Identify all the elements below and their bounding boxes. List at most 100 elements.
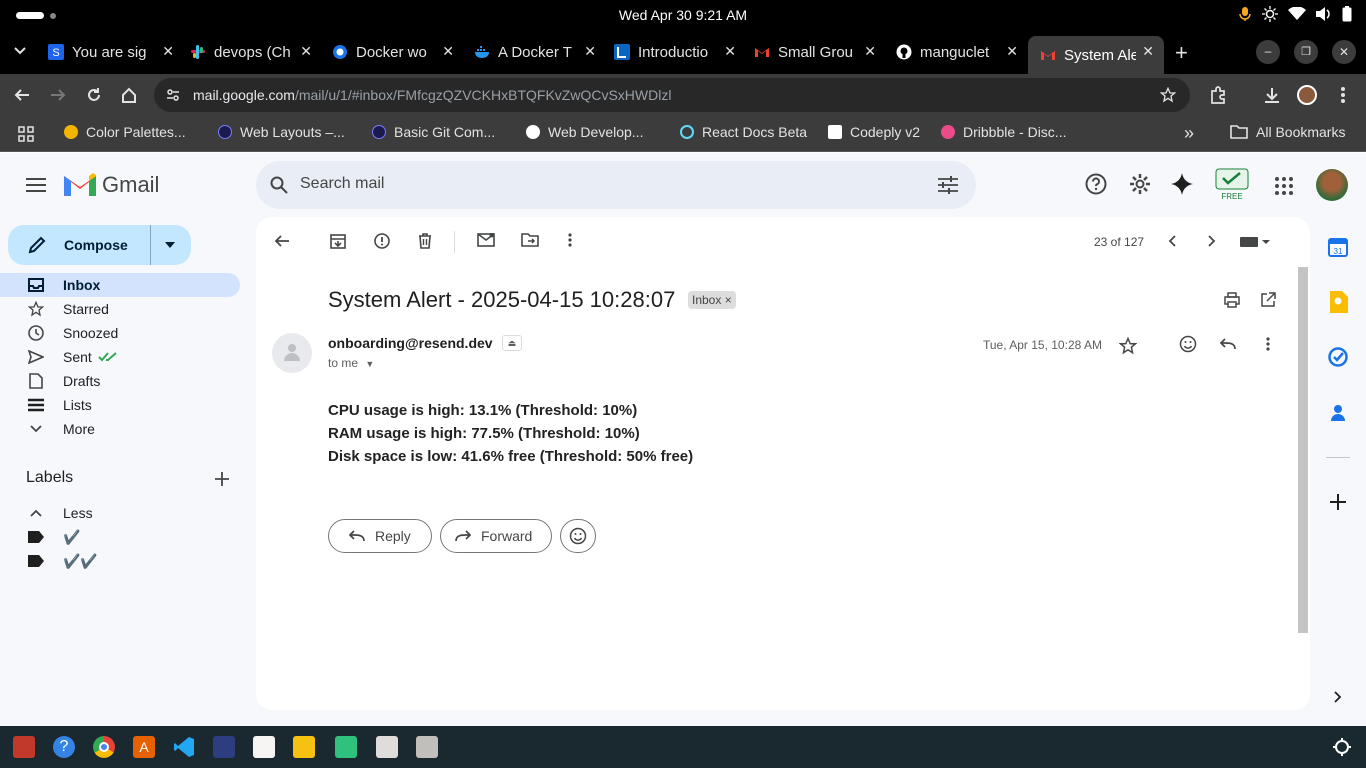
sidebar-item-starred[interactable]: Starred (0, 297, 240, 321)
archive-icon[interactable] (330, 233, 346, 249)
bookmark-dribbble[interactable]: Dribbble - Disc... (941, 124, 1066, 140)
older-icon[interactable] (1208, 235, 1216, 247)
close-tab-icon[interactable]: ✕ (1006, 43, 1018, 60)
back-icon[interactable] (14, 87, 30, 103)
close-tab-icon[interactable]: ✕ (584, 43, 596, 60)
help-app-icon[interactable]: ? (53, 736, 75, 758)
add-label-icon[interactable] (214, 471, 230, 487)
layers-app-icon[interactable] (335, 736, 357, 758)
print-icon[interactable] (1224, 292, 1240, 308)
bookmark-web-develop[interactable]: Web Develop... (526, 124, 643, 140)
bookmark-codeply[interactable]: Codeply v2 (828, 124, 920, 140)
back-to-inbox-icon[interactable] (274, 234, 290, 248)
main-menu-icon[interactable] (26, 178, 46, 192)
close-tab-icon[interactable]: ✕ (724, 43, 736, 60)
reply-icon[interactable] (1220, 337, 1236, 351)
bookmark-star-icon[interactable] (1160, 87, 1176, 103)
tab-search-icon[interactable] (14, 46, 26, 56)
calendar-icon[interactable]: 31 (1328, 237, 1348, 257)
sidebar-item-lists[interactable]: Lists (0, 393, 240, 417)
sidebar-item-sent[interactable]: Sent (0, 345, 240, 369)
close-tab-icon[interactable]: ✕ (864, 43, 876, 60)
download-icon[interactable] (1263, 86, 1281, 104)
mark-unread-icon[interactable] (477, 233, 495, 247)
site-info-icon[interactable] (166, 88, 180, 102)
sidebar-item-more[interactable]: More (0, 417, 240, 441)
tab-4[interactable]: A Docker T ✕ (462, 36, 606, 68)
tab-7[interactable]: manguclet ✕ (884, 36, 1028, 68)
input-tools-icon[interactable] (1240, 237, 1270, 247)
sidebar-item-drafts[interactable]: Drafts (0, 369, 240, 393)
software-app-icon[interactable]: A (133, 736, 155, 758)
bookmark-react-docs[interactable]: React Docs Beta (680, 124, 807, 140)
close-tab-icon[interactable]: ✕ (300, 43, 312, 60)
report-spam-icon[interactable] (374, 233, 390, 249)
free-plan-badge[interactable]: FREE (1214, 167, 1250, 203)
system-clock[interactable]: Wed Apr 30 9:21 AM (0, 7, 1366, 23)
sidebar-item-inbox[interactable]: Inbox (0, 273, 240, 297)
address-bar[interactable]: mail.google.com/mail/u/1/#inbox/FMfcgzQZ… (154, 78, 1190, 112)
sidebar-label-double-check[interactable]: ✔️✔️ (0, 549, 240, 573)
close-tab-icon[interactable]: ✕ (442, 43, 454, 60)
bookmark-color-palettes[interactable]: Color Palettes... (64, 124, 186, 140)
remove-label-icon[interactable]: × (725, 293, 732, 307)
forward-button[interactable]: Forward (440, 519, 552, 553)
account-avatar[interactable] (1316, 169, 1348, 201)
contacts-icon[interactable] (1328, 403, 1348, 423)
gemini-spark-icon[interactable] (1171, 173, 1193, 195)
extensions-icon[interactable] (1209, 86, 1227, 104)
forward-icon[interactable] (50, 87, 66, 103)
close-window-button[interactable]: ✕ (1332, 40, 1356, 64)
terminal-app-icon[interactable] (213, 736, 235, 758)
all-bookmarks[interactable]: All Bookmarks (1230, 124, 1345, 140)
compose-button[interactable]: Compose (8, 225, 191, 265)
trash-app-icon[interactable] (416, 736, 438, 758)
bookmark-basic-git[interactable]: Basic Git Com... (372, 124, 495, 140)
sender-info-icon[interactable]: ⏏ (502, 335, 522, 351)
maximize-button[interactable]: ❐ (1294, 40, 1318, 64)
help-icon[interactable] (1085, 173, 1107, 195)
tasks-icon[interactable] (1328, 347, 1348, 367)
compose-dropdown-icon[interactable] (165, 242, 175, 248)
sidebar-item-less[interactable]: Less (0, 501, 240, 525)
tab-1[interactable]: S You are sig ✕ (36, 36, 184, 68)
close-tab-icon[interactable]: ✕ (162, 43, 174, 60)
sender-email[interactable]: onboarding@resend.dev (328, 335, 493, 351)
tab-5[interactable]: Introductio ✕ (602, 36, 746, 68)
scrollbar-thumb[interactable] (1298, 267, 1308, 633)
emoji-reaction-button[interactable] (560, 519, 596, 553)
apps-grid-icon[interactable] (18, 126, 34, 142)
notes-app-icon[interactable] (293, 736, 315, 758)
search-icon[interactable] (270, 176, 288, 194)
gmail-logo[interactable]: Gmail (64, 172, 159, 198)
delete-icon[interactable] (418, 233, 432, 249)
star-email-icon[interactable] (1119, 337, 1137, 355)
sender-avatar[interactable] (272, 333, 312, 373)
home-icon[interactable] (121, 87, 137, 103)
get-addons-icon[interactable] (1328, 492, 1348, 512)
bookmark-web-layouts[interactable]: Web Layouts –... (218, 124, 345, 140)
more-actions-icon[interactable] (568, 233, 572, 247)
reply-button[interactable]: Reply (328, 519, 432, 553)
search-input[interactable]: Search mail (300, 175, 384, 193)
newer-icon[interactable] (1168, 235, 1176, 247)
tab-2[interactable]: devops (Ch ✕ (178, 36, 322, 68)
tab-8-active[interactable]: System Ale ✕ (1028, 36, 1164, 74)
chrome-app-icon[interactable] (93, 736, 115, 758)
chrome-menu-icon[interactable] (1340, 86, 1346, 104)
settings-gear-icon[interactable] (1129, 173, 1151, 195)
new-tab-button[interactable]: + (1175, 40, 1188, 66)
inbox-label-chip[interactable]: Inbox × (688, 291, 736, 309)
expand-side-panel-icon[interactable] (1334, 691, 1342, 703)
tab-6[interactable]: Small Grou ✕ (742, 36, 886, 68)
text-editor-app-icon[interactable] (253, 736, 275, 758)
sidebar-item-snoozed[interactable]: Snoozed (0, 321, 240, 345)
show-apps-icon[interactable] (1333, 738, 1351, 756)
vscode-app-icon[interactable] (173, 736, 195, 758)
open-new-window-icon[interactable] (1260, 292, 1276, 308)
add-reaction-icon[interactable] (1179, 335, 1197, 353)
close-tab-icon[interactable]: ✕ (1142, 43, 1154, 60)
move-to-icon[interactable] (521, 233, 539, 247)
message-more-icon[interactable] (1266, 337, 1270, 351)
profile-avatar[interactable] (1297, 85, 1317, 105)
